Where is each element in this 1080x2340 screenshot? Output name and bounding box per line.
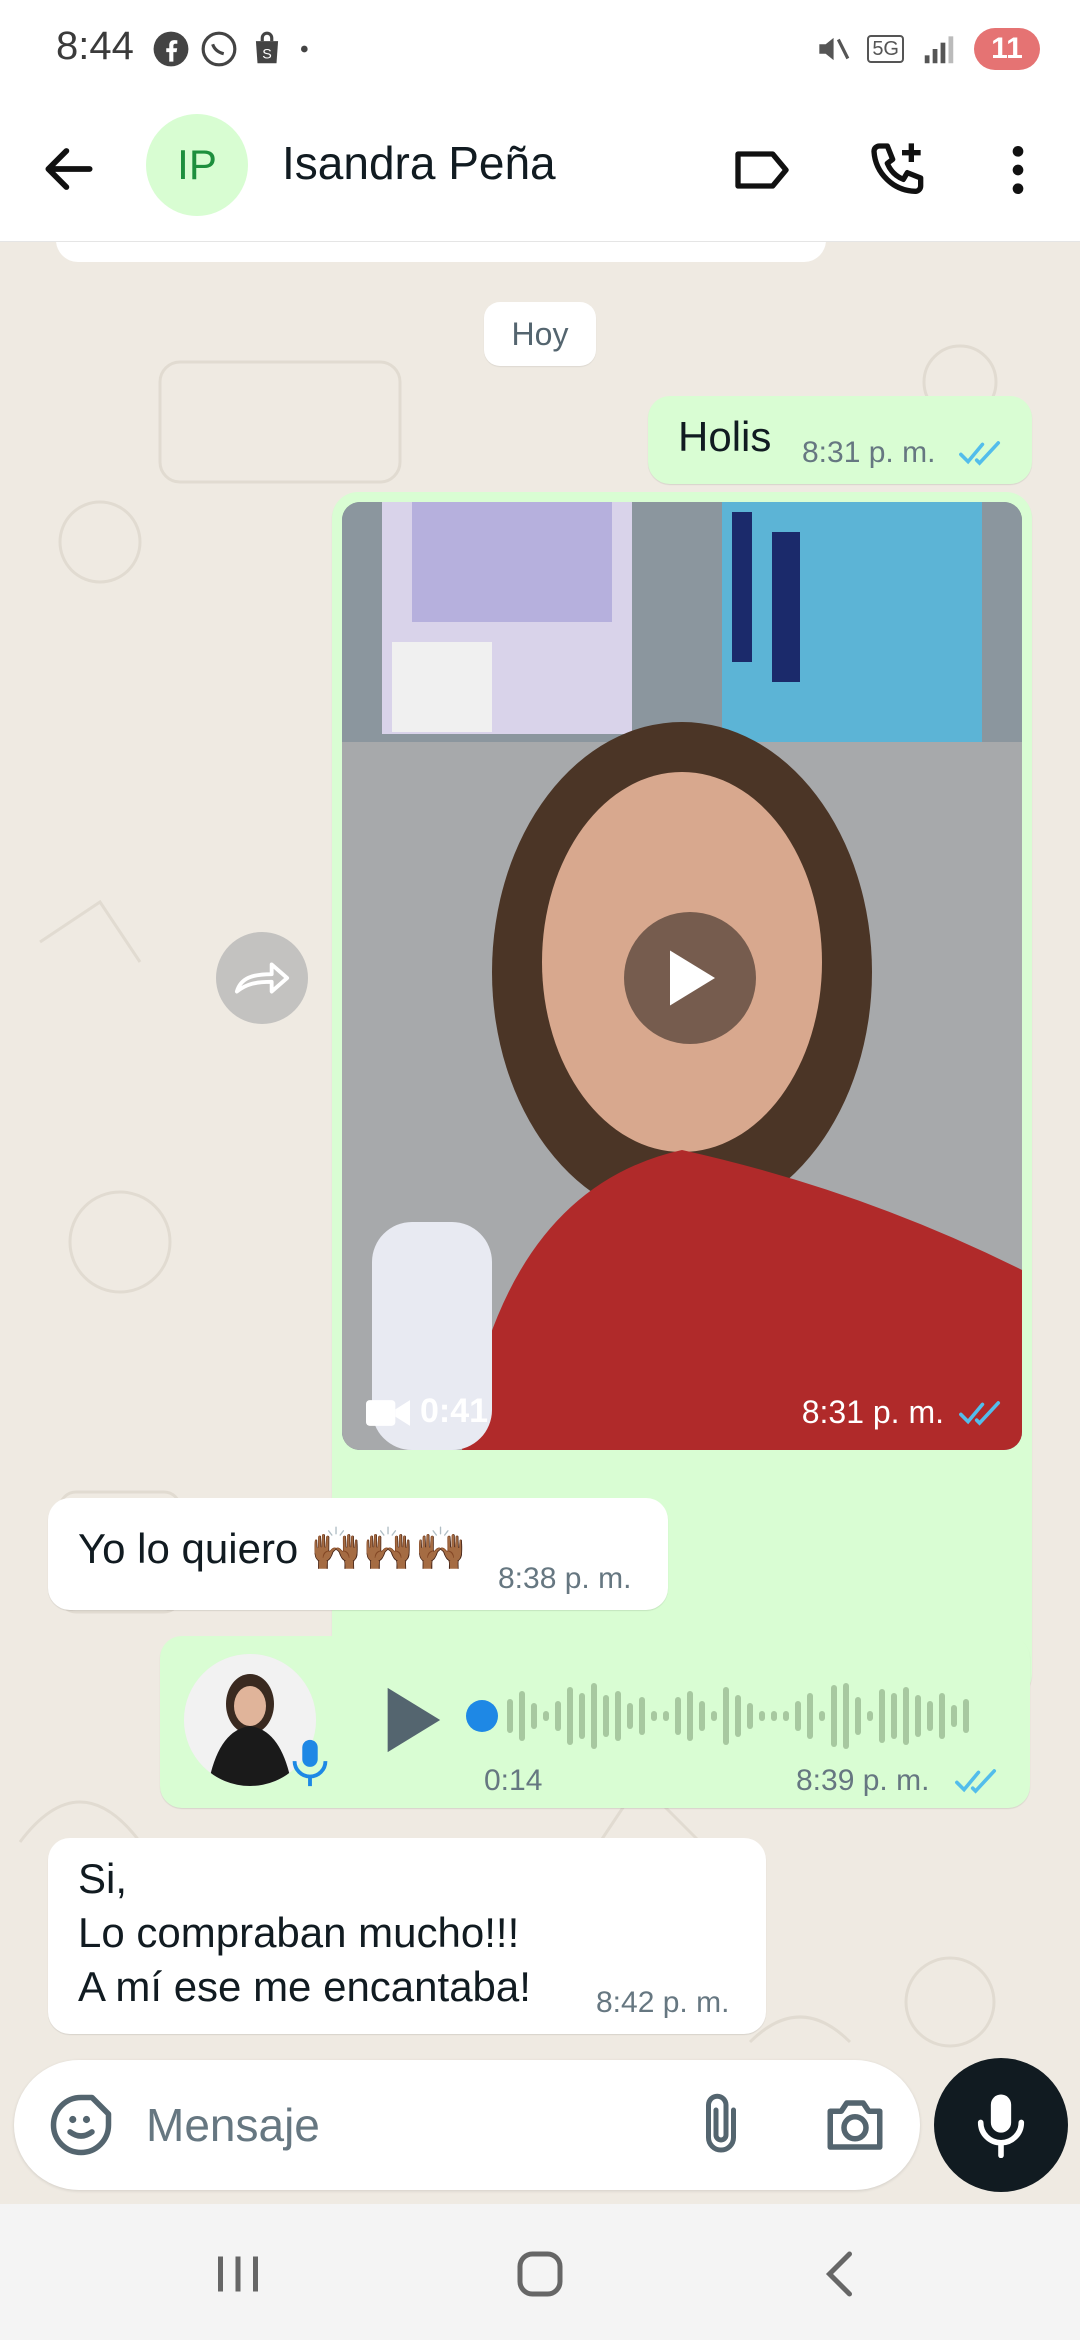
back-arrow-icon[interactable] bbox=[38, 138, 100, 200]
chat-header: IP Isandra Peña bbox=[0, 100, 1080, 242]
message-time: 8:38 p. m. bbox=[498, 1562, 632, 1595]
forward-icon bbox=[234, 962, 290, 994]
system-navigation-bar bbox=[0, 2204, 1080, 2340]
message-time: 8:31 p. m. bbox=[802, 436, 936, 469]
voice-message[interactable]: 0:14 8:39 p. m. bbox=[160, 1636, 1030, 1808]
read-ticks-icon bbox=[955, 1769, 997, 1794]
audio-duration: 0:14 bbox=[484, 1764, 543, 1797]
status-time: 8:44 bbox=[56, 24, 134, 68]
message-composer bbox=[14, 2060, 920, 2190]
battery-level: 11 bbox=[991, 32, 1023, 65]
message-text: Holis bbox=[678, 413, 772, 460]
sticker-icon[interactable] bbox=[48, 2092, 114, 2158]
message-outgoing[interactable]: Holis 8:31 p. m. bbox=[648, 396, 1032, 484]
chat-area[interactable]: Hoy Holis 8:31 p. m. 0:41 8:31 p. m. Yo … bbox=[0, 242, 1080, 2204]
camera-icon[interactable] bbox=[822, 2094, 888, 2156]
contact-avatar[interactable]: IP bbox=[146, 114, 248, 216]
system-icons: 5G 11 bbox=[813, 28, 1040, 70]
video-duration: 0:41 bbox=[420, 1392, 489, 1430]
system-back-icon[interactable] bbox=[812, 2244, 872, 2304]
message-line: A mí ese me encantaba! bbox=[78, 1963, 531, 2010]
play-icon bbox=[670, 950, 715, 1006]
voice-record-button[interactable] bbox=[934, 2058, 1068, 2192]
message-time: 8:39 p. m. bbox=[796, 1764, 930, 1797]
forward-button[interactable] bbox=[216, 932, 308, 1024]
read-ticks-icon bbox=[959, 1401, 1001, 1426]
message-time: 8:42 p. m. bbox=[596, 1986, 730, 2019]
message-incoming[interactable]: Yo lo quiero 🙌🏾🙌🏾🙌🏾 8:38 p. m. bbox=[48, 1498, 668, 1610]
facebook-icon bbox=[153, 31, 189, 67]
status-bar: 8:44 S 5G 11 bbox=[0, 0, 1080, 100]
home-icon[interactable] bbox=[510, 2244, 570, 2304]
notification-icons: S bbox=[152, 30, 316, 68]
video-camera-icon bbox=[366, 1400, 410, 1426]
label-icon[interactable] bbox=[730, 138, 794, 202]
play-video-button[interactable] bbox=[624, 912, 756, 1044]
previous-message-edge bbox=[56, 242, 826, 262]
message-line: Lo compraban mucho!!! bbox=[78, 1909, 520, 1956]
play-audio-button[interactable] bbox=[376, 1682, 446, 1758]
battery-indicator: 11 bbox=[974, 28, 1040, 70]
message-time: 8:31 p. m. bbox=[801, 1394, 944, 1430]
attach-icon[interactable] bbox=[690, 2090, 752, 2160]
more-options-icon[interactable] bbox=[986, 138, 1050, 202]
message-incoming[interactable]: Si, Lo compraban mucho!!! A mí ese me en… bbox=[48, 1838, 766, 2034]
whatsapp-business-icon bbox=[201, 31, 237, 67]
more-notifications-dot bbox=[301, 45, 308, 53]
video-thumbnail[interactable]: 0:41 8:31 p. m. bbox=[342, 502, 1022, 1450]
message-input[interactable] bbox=[146, 2092, 686, 2158]
audio-waveform[interactable] bbox=[460, 1676, 980, 1756]
network-5g-icon: 5G bbox=[867, 35, 904, 63]
mute-icon bbox=[819, 37, 850, 61]
recent-apps-icon[interactable] bbox=[208, 2244, 268, 2304]
shop-icon: S bbox=[255, 31, 279, 64]
date-separator: Hoy bbox=[484, 302, 596, 366]
message-text: Yo lo quiero 🙌🏾🙌🏾🙌🏾 bbox=[78, 1525, 467, 1572]
svg-text:S: S bbox=[262, 47, 272, 63]
contact-name[interactable]: Isandra Peña bbox=[282, 136, 556, 190]
voice-note-mic-icon bbox=[292, 1739, 328, 1787]
read-ticks-icon bbox=[959, 441, 1001, 466]
signal-icon bbox=[924, 36, 954, 64]
message-line: Si, bbox=[78, 1855, 128, 1902]
microphone-icon bbox=[977, 2094, 1025, 2158]
add-call-icon[interactable] bbox=[866, 138, 930, 202]
